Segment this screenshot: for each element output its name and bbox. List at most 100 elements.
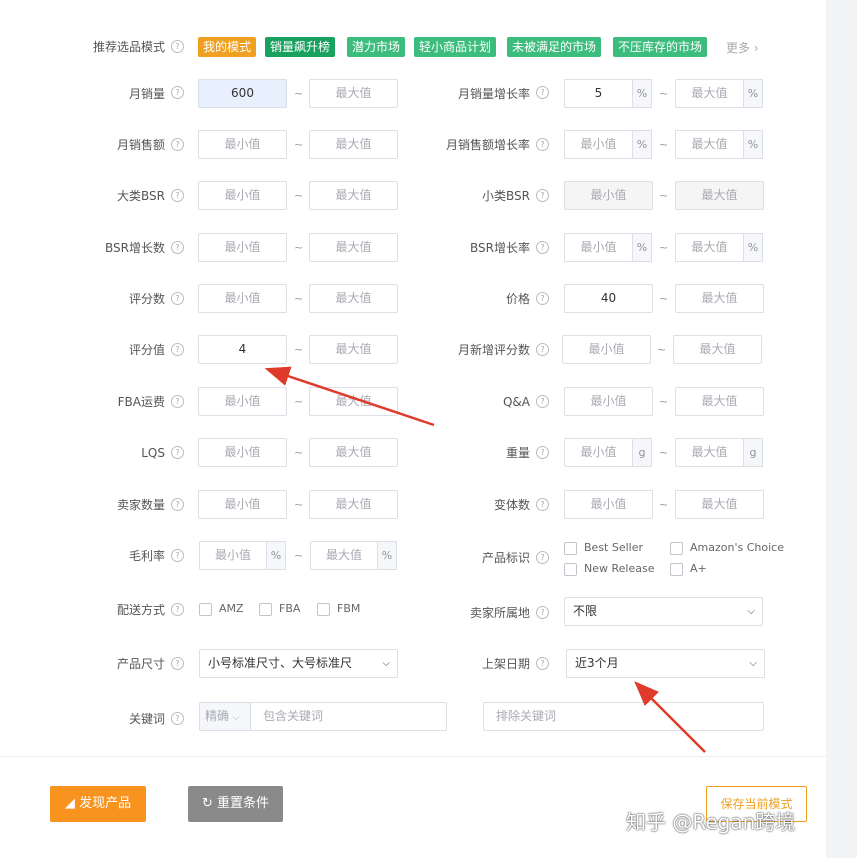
gross-margin-max-input[interactable]: 最大值: [310, 541, 378, 570]
bsr-growth-count-max-input[interactable]: 最大值: [309, 233, 398, 262]
listing-date-select[interactable]: 近3个月 ⌵: [566, 649, 765, 678]
more-link[interactable]: 更多 ›: [726, 39, 759, 56]
fba-fee-min-input[interactable]: 最小值: [198, 387, 287, 416]
help-icon[interactable]: ?: [536, 657, 549, 670]
monthly-revenue-min-input[interactable]: 最小值: [198, 130, 287, 159]
monthly-sales-min-input[interactable]: 600: [198, 79, 287, 108]
amazons-choice-label: Amazon's Choice: [690, 541, 784, 554]
monthly-new-ratings-min-input[interactable]: 最小值: [562, 335, 651, 364]
recommend-tag-2[interactable]: 潜力市场: [347, 37, 406, 57]
monthly-sales-max-input[interactable]: 最大值: [309, 79, 398, 108]
main-bsr-max-input[interactable]: 最大值: [309, 181, 398, 210]
weight-label: 重量: [505, 446, 530, 460]
range-separator: ~: [294, 87, 304, 100]
main-bsr-min-input[interactable]: 最小值: [198, 181, 287, 210]
help-icon[interactable]: ?: [171, 292, 184, 305]
new-release-checkbox[interactable]: [564, 563, 577, 576]
help-icon[interactable]: ?: [536, 241, 549, 254]
help-icon[interactable]: ?: [171, 343, 184, 356]
variants-max-input[interactable]: 最大值: [675, 490, 764, 519]
bsr-growth-rate-max-input[interactable]: 最大值: [675, 233, 744, 262]
help-icon[interactable]: ?: [171, 138, 184, 151]
range-separator: ~: [657, 343, 667, 356]
weight-min-input[interactable]: 最小值: [564, 438, 633, 467]
help-icon[interactable]: ?: [536, 138, 549, 151]
rating-count-max-input[interactable]: 最大值: [309, 284, 398, 313]
recommend-tag-3[interactable]: 轻小商品计划: [414, 37, 497, 57]
help-icon[interactable]: ?: [536, 395, 549, 408]
lqs-max-input[interactable]: 最大值: [309, 438, 398, 467]
recommend-tag-5[interactable]: 不压库存的市场: [613, 37, 708, 57]
seller-count-min-input[interactable]: 最小值: [198, 490, 287, 519]
range-separator: ~: [659, 446, 669, 459]
sub-bsr-min-input[interactable]: 最小值: [564, 181, 653, 210]
lqs-min-input[interactable]: 最小值: [198, 438, 287, 467]
reset-conditions-label: 重置条件: [217, 796, 270, 811]
keyword-match-value: 精确: [205, 709, 230, 723]
sub-bsr-max-input[interactable]: 最大值: [675, 181, 764, 210]
monthly-new-ratings-max-input[interactable]: 最大值: [673, 335, 762, 364]
product-size-value: 小号标准尺寸、大号标准尺: [208, 656, 353, 670]
discover-products-button[interactable]: ◢ 发现产品: [50, 786, 146, 822]
help-icon[interactable]: ?: [536, 606, 549, 619]
help-icon[interactable]: ?: [171, 446, 184, 459]
qa-min-input[interactable]: 最小值: [564, 387, 653, 416]
bsr-growth-rate-min-input[interactable]: 最小值: [564, 233, 633, 262]
qa-max-input[interactable]: 最大值: [675, 387, 764, 416]
help-icon[interactable]: ?: [171, 549, 184, 562]
fba-fee-max-input[interactable]: 最大值: [309, 387, 398, 416]
help-icon[interactable]: ?: [171, 395, 184, 408]
sub-bsr-label: 小类BSR: [482, 189, 530, 203]
rating-count-min-input[interactable]: 最小值: [198, 284, 287, 313]
keyword-match-select[interactable]: 精确 ⌵: [199, 702, 251, 731]
rating-value-max-input[interactable]: 最大值: [309, 335, 398, 364]
rating-value-min-input[interactable]: 4: [198, 335, 287, 364]
fbm-checkbox[interactable]: [317, 603, 330, 616]
monthly-revenue-max-input[interactable]: 最大值: [309, 130, 398, 159]
a-plus-checkbox[interactable]: [670, 563, 683, 576]
include-keyword-input[interactable]: 包含关键词: [250, 702, 447, 731]
gross-margin-min-input[interactable]: 最小值: [199, 541, 267, 570]
help-icon[interactable]: ?: [536, 498, 549, 511]
help-icon[interactable]: ?: [536, 551, 549, 564]
help-icon[interactable]: ?: [171, 712, 184, 725]
help-icon[interactable]: ?: [536, 343, 549, 356]
seller-count-max-input[interactable]: 最大值: [309, 490, 398, 519]
help-icon[interactable]: ?: [536, 189, 549, 202]
range-separator: ~: [659, 498, 669, 511]
recommend-tag-0[interactable]: 我的模式: [198, 37, 257, 57]
help-icon[interactable]: ?: [536, 86, 549, 99]
help-icon[interactable]: ?: [536, 292, 549, 305]
monthly-sales-growth-min-input[interactable]: 5: [564, 79, 633, 108]
best-seller-checkbox[interactable]: [564, 542, 577, 555]
product-size-select[interactable]: 小号标准尺寸、大号标准尺 ⌵: [199, 649, 398, 678]
help-icon[interactable]: ?: [171, 40, 184, 53]
reset-conditions-button[interactable]: ↻ 重置条件: [188, 786, 283, 822]
range-separator: ~: [659, 292, 669, 305]
monthly-revenue-growth-max-input[interactable]: 最大值: [675, 130, 744, 159]
amazons-choice-checkbox[interactable]: [670, 542, 683, 555]
exclude-keyword-input[interactable]: 排除关键词: [483, 702, 764, 731]
help-icon[interactable]: ?: [171, 498, 184, 511]
price-max-input[interactable]: 最大值: [675, 284, 764, 313]
monthly-sales-growth-max-input[interactable]: 最大值: [675, 79, 744, 108]
monthly-revenue-growth-min-input[interactable]: 最小值: [564, 130, 633, 159]
weight-max-input[interactable]: 最大值: [675, 438, 744, 467]
variants-min-input[interactable]: 最小值: [564, 490, 653, 519]
seller-location-select[interactable]: 不限 ⌵: [564, 597, 763, 626]
recommend-mode-label: 推荐选品模式: [92, 40, 165, 54]
fba-checkbox[interactable]: [259, 603, 272, 616]
recommend-tag-4[interactable]: 未被满足的市场: [507, 37, 602, 57]
help-icon[interactable]: ?: [171, 657, 184, 670]
price-min-input[interactable]: 40: [564, 284, 653, 313]
amz-checkbox[interactable]: [199, 603, 212, 616]
help-icon[interactable]: ?: [171, 603, 184, 616]
recommend-tag-1[interactable]: 销量飙升榜: [265, 37, 336, 57]
help-icon[interactable]: ?: [171, 189, 184, 202]
more-link-label: 更多: [726, 41, 751, 55]
help-icon[interactable]: ?: [171, 86, 184, 99]
help-icon[interactable]: ?: [171, 241, 184, 254]
bsr-growth-count-min-input[interactable]: 最小值: [198, 233, 287, 262]
help-icon[interactable]: ?: [536, 446, 549, 459]
price-label: 价格: [505, 292, 530, 306]
